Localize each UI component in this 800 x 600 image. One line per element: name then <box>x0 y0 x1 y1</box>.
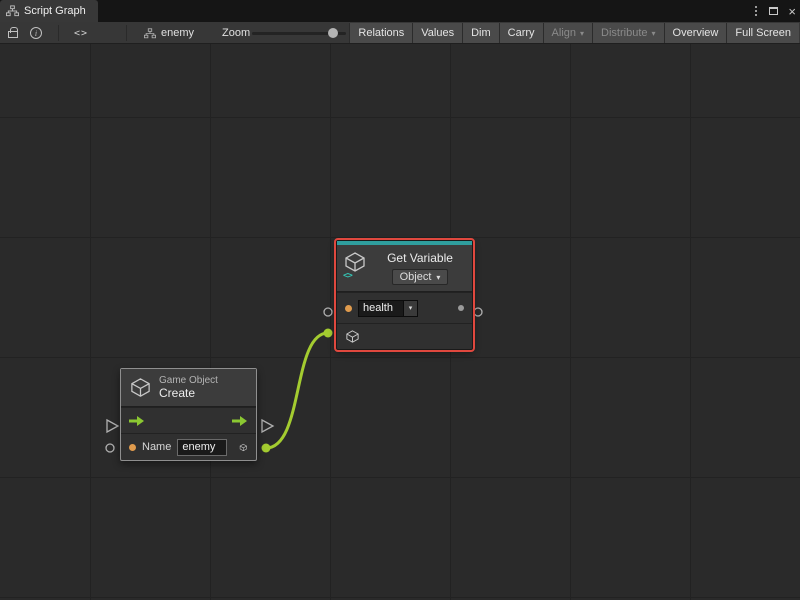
get-variable-header: <> Get Variable Object ▾ <box>337 245 472 292</box>
output-port-dot <box>458 305 464 311</box>
name-input[interactable] <box>177 439 227 456</box>
object-input-row <box>337 323 472 349</box>
overview-button[interactable]: Overview <box>664 23 727 43</box>
code-view-icon[interactable]: <> <box>74 22 88 44</box>
variable-name-input[interactable] <box>358 300 404 317</box>
lock-icon[interactable] <box>8 22 18 44</box>
align-button[interactable]: Align ▾ <box>543 23 592 43</box>
graph-reference[interactable]: enemy <box>144 22 194 44</box>
toolbar: i <> enemy Zoom 1x <box>0 22 800 44</box>
zoom-label: Zoom <box>222 22 250 44</box>
name-input-row: Name <box>121 433 256 460</box>
tab-script-graph[interactable]: Script Graph <box>0 0 98 22</box>
zoom-slider-handle[interactable] <box>328 28 338 38</box>
get-variable-name-input-port[interactable] <box>324 308 332 316</box>
variable-picker-dropdown[interactable]: ▾ <box>404 300 418 317</box>
create-output-port-connected[interactable] <box>262 444 271 453</box>
toolbar-divider <box>58 25 59 41</box>
graph-name: enemy <box>161 27 194 39</box>
chevron-down-icon: ▾ <box>580 29 584 38</box>
variable-name-field: ▾ <box>358 300 418 317</box>
maximize-icon[interactable] <box>769 7 778 15</box>
value-port-dot <box>345 305 352 312</box>
game-object-icon <box>345 329 360 344</box>
node-title: Create <box>159 386 218 400</box>
variable-name-row: ▾ <box>337 292 472 323</box>
create-header: Game Object Create <box>121 369 256 407</box>
graph-asset-icon <box>144 28 156 39</box>
get-variable-object-input-port-connected[interactable] <box>324 329 333 338</box>
full-screen-button[interactable]: Full Screen <box>726 23 799 43</box>
relations-button[interactable]: Relations <box>349 23 412 43</box>
create-flow-input-port[interactable] <box>107 420 118 432</box>
node-category: Game Object <box>159 375 218 386</box>
variable-scope-dropdown[interactable]: Object ▾ <box>392 269 449 285</box>
create-value-input-port[interactable] <box>106 444 114 452</box>
flow-row <box>121 407 256 433</box>
dim-button[interactable]: Dim <box>462 23 499 43</box>
info-icon[interactable]: i <box>30 22 42 44</box>
toolbar-divider <box>126 25 127 41</box>
chevron-down-icon: ▾ <box>436 273 440 282</box>
value-port-dot <box>129 444 136 451</box>
chevron-down-icon: ▾ <box>652 29 656 38</box>
script-graph-window: Script Graph × i <> <box>0 0 800 600</box>
flow-in-arrow-icon <box>128 415 146 427</box>
flow-out-arrow-icon <box>231 415 249 427</box>
menu-icon[interactable] <box>753 4 759 18</box>
game-object-output-icon <box>239 440 248 455</box>
zoom-slider[interactable] <box>252 22 346 44</box>
variable-code-icon: <> <box>343 271 352 281</box>
create-flow-output-port[interactable] <box>262 420 273 432</box>
distribute-button[interactable]: Distribute ▾ <box>592 23 663 43</box>
node-title: Get Variable <box>387 251 453 265</box>
script-graph-icon <box>6 5 19 17</box>
node-get-variable[interactable]: <> Get Variable Object ▾ ▾ <box>336 240 473 350</box>
window-controls: × <box>753 0 796 22</box>
node-game-object-create[interactable]: Game Object Create Name <box>120 368 257 461</box>
title-bar: Script Graph × <box>0 0 800 22</box>
input-label: Name <box>142 441 171 453</box>
connection-wire[interactable] <box>266 333 328 448</box>
toolbar-buttons: Relations Values Dim Carry Align ▾ Distr… <box>349 23 799 43</box>
get-variable-output-port[interactable] <box>474 308 482 316</box>
values-button[interactable]: Values <box>412 23 462 43</box>
close-icon[interactable]: × <box>788 5 796 18</box>
game-object-icon <box>129 376 152 399</box>
carry-button[interactable]: Carry <box>499 23 543 43</box>
tab-title: Script Graph <box>24 5 86 17</box>
